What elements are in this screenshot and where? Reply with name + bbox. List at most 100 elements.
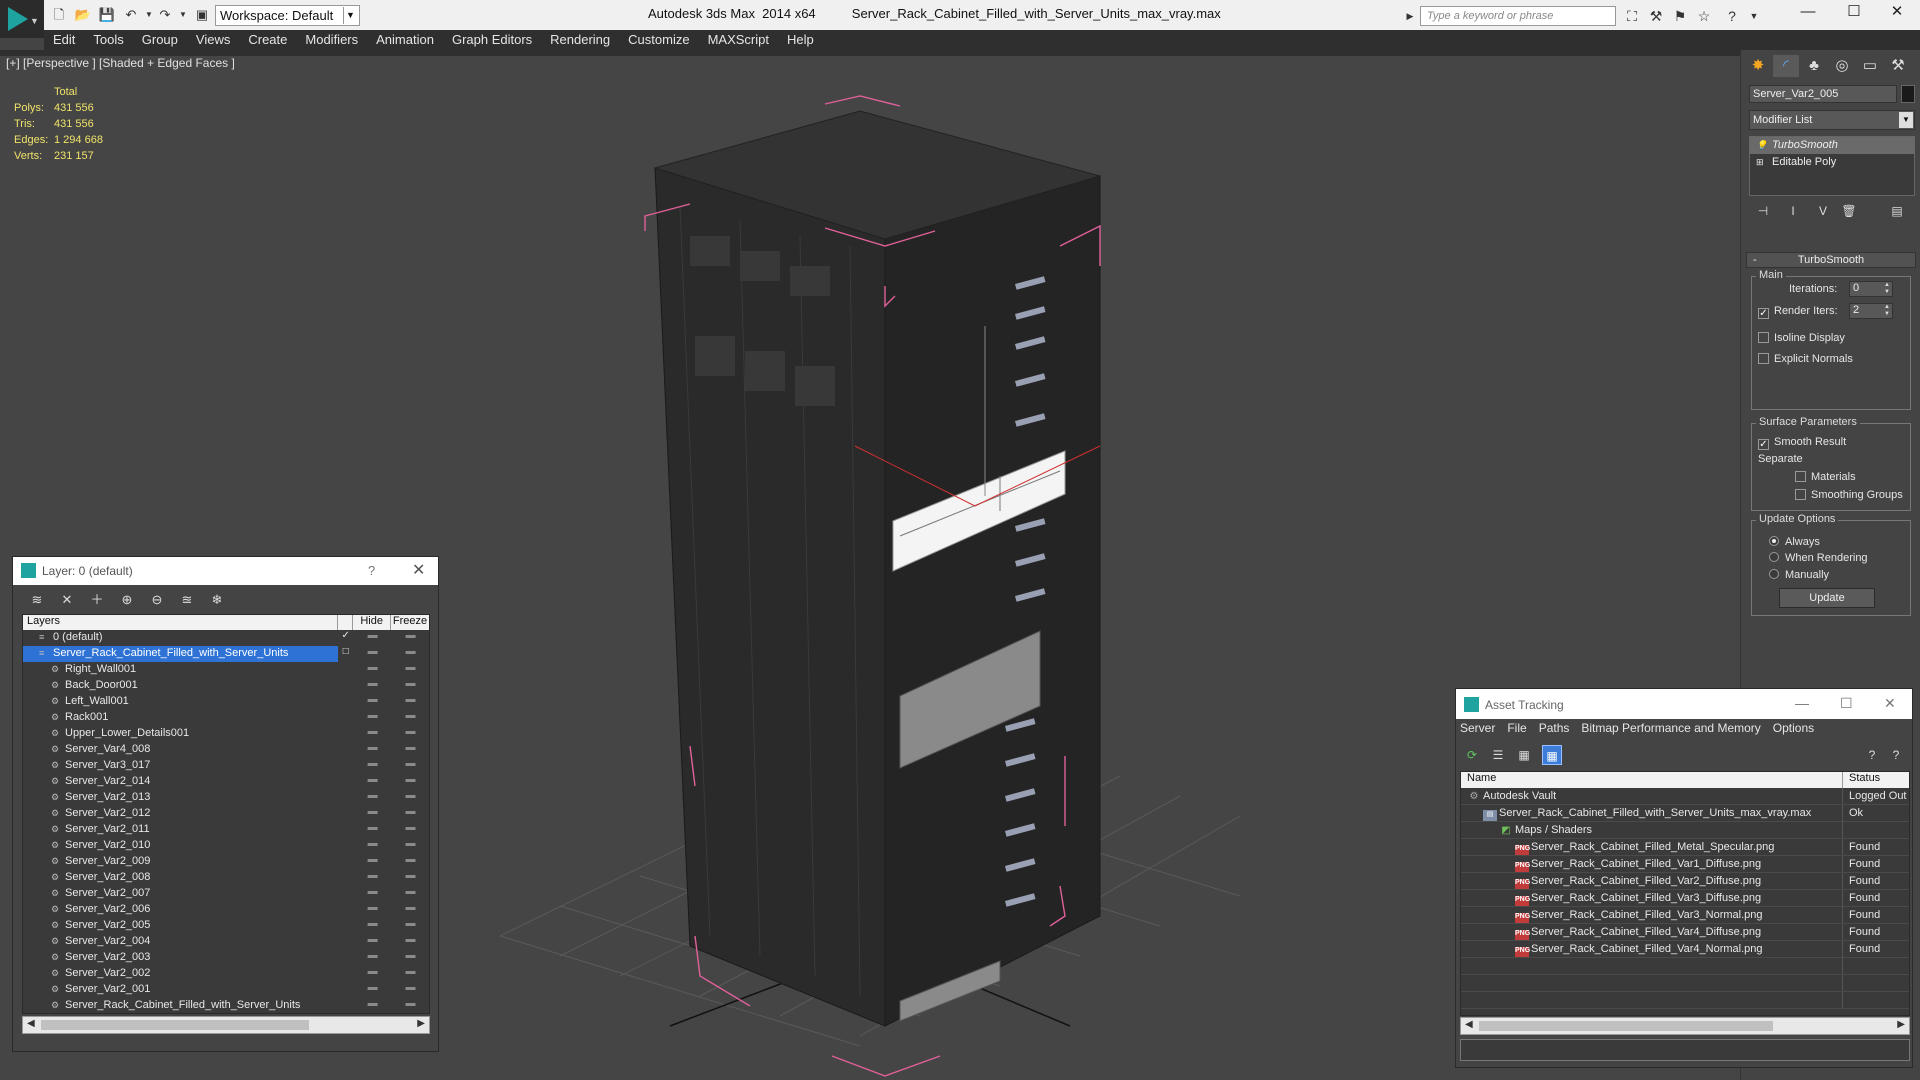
asset-row[interactable]: PNGServer_Rack_Cabinet_Filled_Var4_Diffu… — [1461, 924, 1909, 941]
hide-toggle[interactable]: ▬ — [353, 742, 391, 758]
hide-toggle[interactable]: ▬ — [353, 678, 391, 694]
layer-row-name[interactable]: ⚙ Left_Wall001 — [23, 694, 338, 710]
asset-row[interactable]: ⚙ Autodesk Vault Logged Out — [1461, 788, 1909, 805]
smooth-result-checkbox[interactable]: ✓ — [1758, 439, 1769, 450]
current-layer-flag[interactable] — [338, 918, 353, 934]
isoline-display-checkbox[interactable] — [1758, 332, 1769, 343]
horizontal-scrollbar[interactable]: ◀ ▶ — [22, 1016, 430, 1034]
remove-modifier-icon[interactable]: 🗑 — [1839, 204, 1859, 222]
create-tab-icon[interactable]: ✸ — [1745, 55, 1771, 77]
menu-create[interactable]: Create — [239, 30, 296, 49]
when-rendering-radio[interactable] — [1769, 552, 1779, 562]
make-unique-icon[interactable]: V — [1813, 204, 1833, 222]
freeze-toggle[interactable]: ▬ — [391, 854, 429, 870]
when-rendering-row[interactable]: When Rendering — [1769, 552, 1868, 564]
freeze-toggle[interactable]: ▬ — [391, 710, 429, 726]
isoline-display-row[interactable]: Isoline Display — [1758, 332, 1845, 344]
freeze-toggle[interactable]: ▬ — [391, 790, 429, 806]
current-layer-flag[interactable] — [338, 982, 353, 998]
layer-row-name[interactable]: ⚙ Server_Var2_008 — [23, 870, 338, 886]
smooth-result-row[interactable]: ✓ Smooth Result — [1758, 436, 1846, 450]
layer-object-row[interactable]: ⚙ Server_Rack_Cabinet_Filled_with_Server_… — [23, 998, 429, 1013]
layer-row-name[interactable]: ⚙ Server_Var2_010 — [23, 838, 338, 854]
object-color-swatch[interactable] — [1901, 85, 1915, 103]
hide-toggle[interactable]: ▬ — [353, 918, 391, 934]
hide-toggle[interactable]: ▬ — [353, 838, 391, 854]
layer-row-name[interactable]: ⚙ Server_Var2_005 — [23, 918, 338, 934]
asset-row[interactable]: PNGServer_Rack_Cabinet_Filled_Var2_Diffu… — [1461, 873, 1909, 890]
freeze-toggle[interactable]: ▬ — [391, 870, 429, 886]
minimize-icon[interactable]: — — [1795, 695, 1809, 711]
layer-object-row[interactable]: ⚙ Server_Var2_003 ▬ ▬ — [23, 950, 429, 966]
current-layer-flag[interactable] — [338, 886, 353, 902]
subscription-icon[interactable]: ⚒ — [1646, 6, 1666, 26]
freeze-toggle[interactable]: ▬ — [391, 934, 429, 950]
hide-toggle[interactable]: ▬ — [353, 790, 391, 806]
hide-toggle[interactable]: ▬ — [353, 710, 391, 726]
smoothing-groups-row[interactable]: Smoothing Groups — [1795, 489, 1903, 501]
current-layer-flag[interactable]: □ — [338, 646, 353, 662]
binoculars-icon[interactable]: ⛶ — [1622, 6, 1642, 26]
redo-icon[interactable]: ↷ — [156, 6, 174, 24]
layer-object-row[interactable]: ⚙ Left_Wall001 ▬ ▬ — [23, 694, 429, 710]
explicit-normals-checkbox[interactable] — [1758, 353, 1769, 364]
maximize-icon[interactable]: ☐ — [1831, 0, 1877, 26]
current-layer-flag[interactable] — [338, 950, 353, 966]
layer-object-row[interactable]: ⚙ Server_Var2_002 ▬ ▬ — [23, 966, 429, 982]
asset-name-cell[interactable]: PNGServer_Rack_Cabinet_Filled_Var3_Diffu… — [1461, 890, 1843, 906]
stack-item-turbosmooth[interactable]: 💡 TurboSmooth — [1750, 137, 1914, 154]
minimize-icon[interactable]: — — [1785, 0, 1831, 26]
asset-row[interactable]: PNGServer_Rack_Cabinet_Filled_Var4_Norma… — [1461, 941, 1909, 958]
hide-toggle[interactable]: ▬ — [353, 726, 391, 742]
hide-toggle[interactable]: ▬ — [353, 806, 391, 822]
asset-name-cell[interactable]: ▤ Server_Rack_Cabinet_Filled_with_Server_… — [1461, 805, 1843, 821]
layer-manager-icon[interactable]: ≋ — [25, 589, 49, 611]
pin-stack-icon[interactable]: ⊣ — [1753, 204, 1773, 222]
show-end-result-icon[interactable]: I — [1783, 204, 1803, 222]
menu-group[interactable]: Group — [133, 30, 187, 49]
help-icon[interactable]: ? — [368, 563, 375, 578]
layer-object-row[interactable]: ⚙ Server_Var3_017 ▬ ▬ — [23, 758, 429, 774]
menu-views[interactable]: Views — [187, 30, 239, 49]
hide-toggle[interactable]: ▬ — [353, 934, 391, 950]
asset-menu-paths[interactable]: Paths — [1539, 721, 1570, 735]
layer-row-name[interactable]: ⚙ Server_Var2_004 — [23, 934, 338, 950]
asset-row[interactable]: PNGServer_Rack_Cabinet_Filled_Var1_Diffu… — [1461, 856, 1909, 873]
current-layer-flag[interactable] — [338, 694, 353, 710]
current-layer-flag[interactable] — [338, 726, 353, 742]
layer-row-name[interactable]: ⚙ Back_Door001 — [23, 678, 338, 694]
freeze-toggle[interactable]: ▬ — [391, 950, 429, 966]
layers-column-header[interactable]: Layers — [23, 615, 339, 630]
maximize-icon[interactable]: ☐ — [1840, 695, 1853, 712]
refresh-icon[interactable]: ⟳ — [1462, 745, 1482, 765]
hide-toggle[interactable]: ▬ — [353, 902, 391, 918]
menu-maxscript[interactable]: MAXScript — [699, 30, 778, 49]
layer-object-row[interactable]: ⚙ Right_Wall001 ▬ ▬ — [23, 662, 429, 678]
freeze-toggle[interactable]: ▬ — [391, 982, 429, 998]
layer-row-name[interactable]: ⚙ Server_Var2_006 — [23, 902, 338, 918]
current-layer-flag[interactable] — [338, 822, 353, 838]
freeze-toggle[interactable]: ▬ — [391, 774, 429, 790]
help-dropdown-icon[interactable]: ▼ — [1744, 6, 1764, 26]
freeze-toggle[interactable]: ▬ — [391, 886, 429, 902]
hide-toggle[interactable]: ▬ — [353, 630, 391, 646]
layer-object-row[interactable]: ⚙ Upper_Lower_Details001 ▬ ▬ — [23, 726, 429, 742]
current-layer-flag[interactable] — [338, 838, 353, 854]
hide-column-header[interactable]: Hide — [353, 615, 392, 630]
current-layer-flag[interactable] — [338, 662, 353, 678]
asset-name-cell[interactable]: PNGServer_Rack_Cabinet_Filled_Var4_Diffu… — [1461, 924, 1843, 940]
freeze-toggle[interactable]: ▬ — [391, 630, 429, 646]
name-column-header[interactable]: Name — [1461, 772, 1843, 788]
asset-name-cell[interactable]: ⚙ Autodesk Vault — [1461, 788, 1843, 804]
layer-object-row[interactable]: ⚙ Server_Var2_004 ▬ ▬ — [23, 934, 429, 950]
new-file-icon[interactable]: 🗋 — [50, 6, 68, 24]
current-layer-flag[interactable] — [338, 758, 353, 774]
asset-menu-server[interactable]: Server — [1460, 721, 1495, 735]
layer-row[interactable]: ≡ Server_Rack_Cabinet_Filled_with_Server_… — [23, 646, 429, 662]
scroll-right-icon[interactable]: ▶ — [417, 1018, 425, 1029]
manually-row[interactable]: Manually — [1769, 569, 1829, 581]
layer-row-name[interactable]: ⚙ Server_Var2_014 — [23, 774, 338, 790]
current-layer-flag[interactable] — [338, 806, 353, 822]
close-icon[interactable]: ✕ — [1884, 695, 1896, 712]
menu-rendering[interactable]: Rendering — [541, 30, 619, 49]
